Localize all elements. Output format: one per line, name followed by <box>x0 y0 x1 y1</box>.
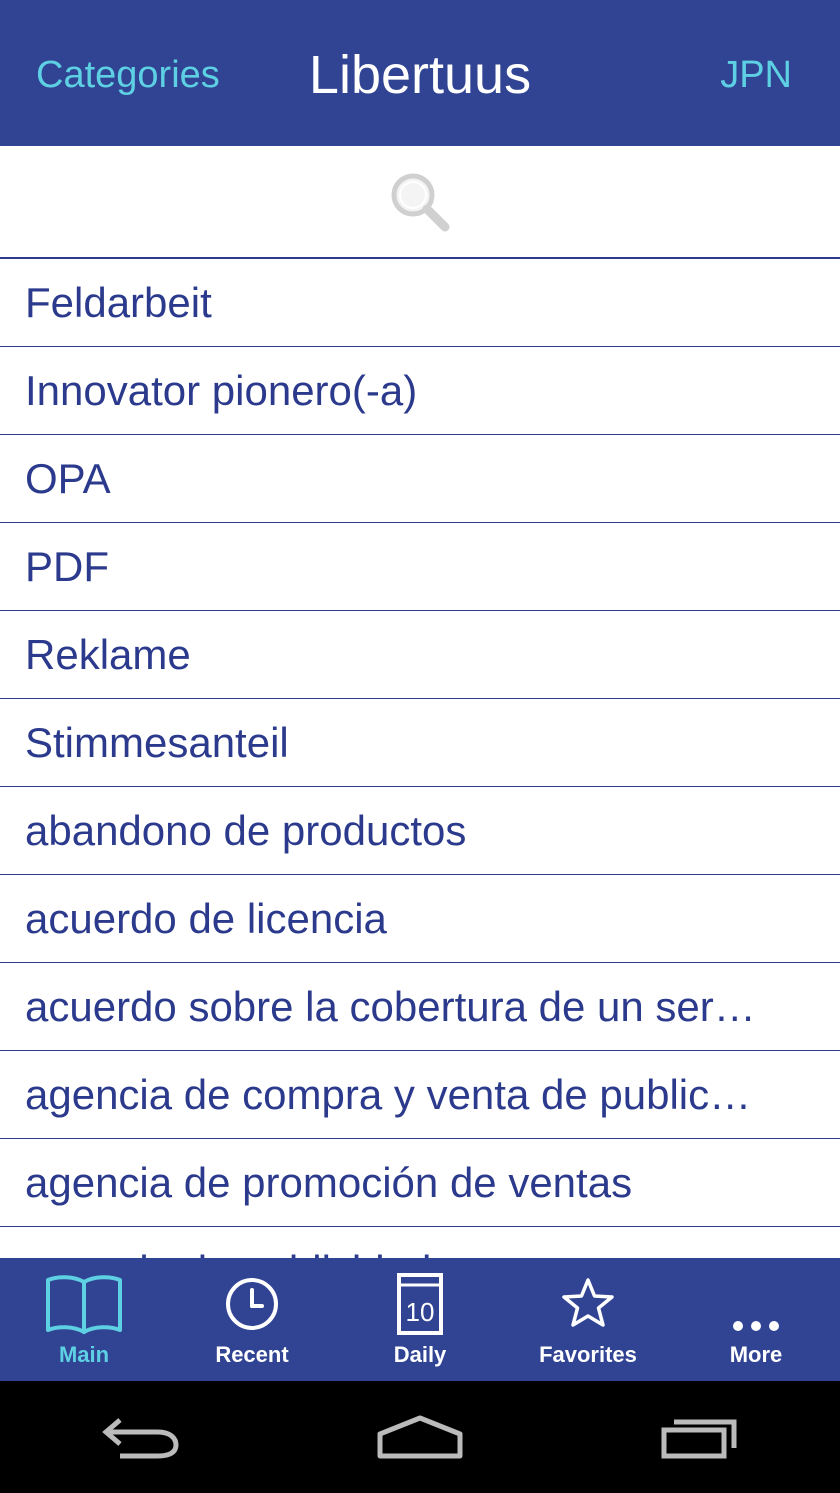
tab-daily-label: Daily <box>393 1342 447 1367</box>
home-icon <box>377 1415 463 1459</box>
list-item[interactable]: PDF <box>0 523 840 611</box>
bottom-tab-bar: Main Recent 10 Daily Favorites More <box>0 1258 840 1381</box>
clock-icon <box>226 1278 278 1330</box>
app-header: Categories Libertuus JPN <box>0 0 840 146</box>
tab-recent-label: Recent <box>215 1342 289 1367</box>
calendar-icon: 10 <box>397 1273 443 1335</box>
list-item[interactable]: abandono de productos <box>0 787 840 875</box>
system-navigation-bar <box>0 1381 840 1493</box>
list-item[interactable]: Feldarbeit <box>0 259 840 347</box>
list-item[interactable]: Stimmesanteil <box>0 699 840 787</box>
tab-more[interactable]: More <box>672 1258 840 1381</box>
list-item[interactable]: Innovator pionero(-a) <box>0 347 840 435</box>
back-icon <box>102 1418 179 1459</box>
tab-daily[interactable]: 10 Daily <box>336 1258 504 1381</box>
calendar-day: 10 <box>406 1297 435 1327</box>
more-dots-icon <box>733 1321 779 1331</box>
star-icon <box>562 1278 614 1327</box>
list-item[interactable]: OPA <box>0 435 840 523</box>
book-icon <box>46 1275 122 1334</box>
tab-recent[interactable]: Recent <box>168 1258 336 1381</box>
language-button[interactable]: JPN <box>720 50 792 100</box>
recents-icon <box>661 1419 737 1459</box>
search-icon <box>391 173 450 231</box>
recents-button[interactable] <box>640 1397 760 1477</box>
word-list[interactable]: Feldarbeit Innovator pionero(-a) OPA PDF… <box>0 259 840 1258</box>
tab-main-label: Main <box>58 1342 110 1367</box>
search-bar[interactable] <box>0 146 840 259</box>
back-button[interactable] <box>80 1397 200 1477</box>
tab-more-label: More <box>729 1342 783 1367</box>
tab-main[interactable]: Main <box>0 1258 168 1381</box>
list-item[interactable]: Reklame <box>0 611 840 699</box>
list-item[interactable]: agencia de promoción de ventas <box>0 1139 840 1227</box>
tab-favorites[interactable]: Favorites <box>504 1258 672 1381</box>
tab-favorites-label: Favorites <box>539 1342 637 1367</box>
list-item[interactable]: acuerdo sobre la cobertura de un ser… <box>0 963 840 1051</box>
list-item[interactable]: agencia de compra y venta de public… <box>0 1051 840 1139</box>
list-item[interactable]: agencia de publicidad <box>0 1227 840 1259</box>
app-title: Libertuus <box>308 45 532 105</box>
home-button[interactable] <box>360 1397 480 1477</box>
list-item[interactable]: acuerdo de licencia <box>0 875 840 963</box>
